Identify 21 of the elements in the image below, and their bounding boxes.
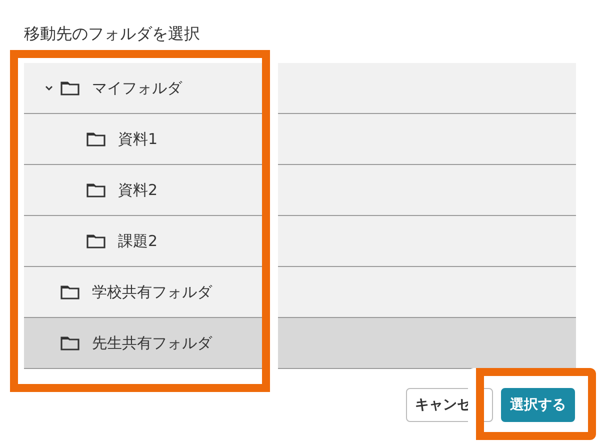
folder-icon (60, 335, 80, 351)
folder-row[interactable]: 資料2 (24, 165, 576, 216)
folder-icon (86, 131, 106, 147)
folder-row[interactable]: 資料1 (24, 114, 576, 165)
dialog-title: 移動先のフォルダを選択 (24, 24, 201, 44)
select-button[interactable]: 選択する (501, 388, 575, 422)
folder-icon (60, 80, 80, 96)
chevron-down-icon[interactable] (44, 84, 54, 92)
folder-row[interactable]: 学校共有フォルダ (24, 267, 576, 318)
folder-icon (86, 233, 106, 249)
folder-name: 資料1 (118, 130, 158, 148)
folder-name: マイフォルダ (92, 78, 182, 98)
folder-row[interactable]: 課題2 (24, 216, 576, 267)
folder-icon (60, 284, 80, 300)
folder-row[interactable]: マイフォルダ (24, 63, 576, 114)
folder-name: 資料2 (118, 180, 158, 200)
folder-row[interactable]: 先生共有フォルダ (24, 318, 576, 369)
folder-icon (86, 182, 106, 198)
folder-name: 先生共有フォルダ (92, 334, 212, 352)
folder-name: 課題2 (118, 232, 158, 250)
folder-name: 学校共有フォルダ (92, 282, 212, 302)
